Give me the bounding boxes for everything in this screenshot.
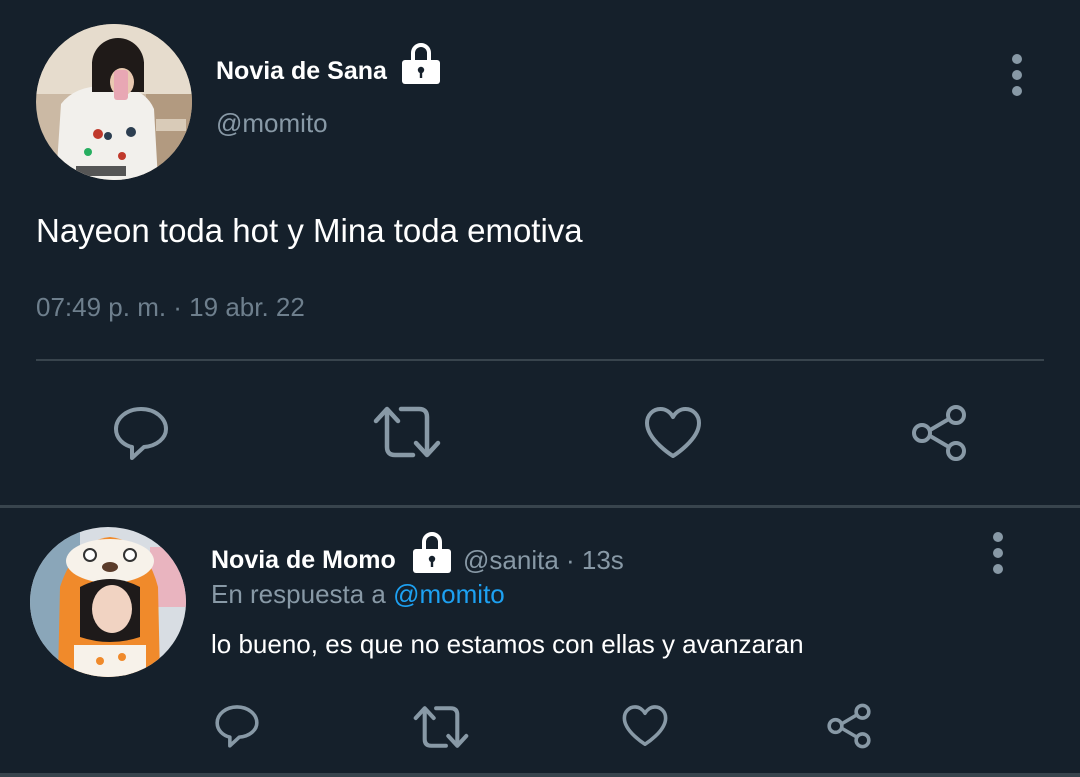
avatar[interactable] (30, 527, 186, 677)
more-options-icon[interactable] (988, 531, 1008, 575)
more-options-icon[interactable] (1007, 53, 1027, 97)
user-handle[interactable]: @momito (216, 107, 328, 139)
reply-button[interactable] (112, 404, 170, 462)
tweet-text: Nayeon toda hot y Mina toda emotiva (36, 212, 583, 249)
display-name[interactable]: Novia de Momo (211, 544, 396, 576)
retweet-button[interactable] (413, 705, 469, 749)
divider (0, 773, 1080, 777)
reply-icon (215, 705, 259, 748)
meta-separator: · (558, 545, 582, 575)
reply-icon (114, 407, 168, 460)
like-icon (622, 705, 668, 747)
share-button[interactable] (910, 404, 968, 462)
share-icon (827, 703, 871, 749)
user-handle[interactable]: @sanita (463, 545, 559, 575)
divider (36, 359, 1044, 361)
avatar-photo (36, 24, 192, 180)
avatar-photo (30, 527, 186, 677)
like-button[interactable] (622, 704, 668, 748)
reply-context: En respuesta a @momito (211, 578, 505, 610)
lock-icon (412, 529, 452, 575)
display-name[interactable]: Novia de Sana (216, 55, 387, 87)
share-icon (912, 405, 966, 461)
reply-to-link[interactable]: @momito (393, 579, 505, 609)
retweet-button[interactable] (373, 405, 441, 459)
tweet-text: lo bueno, es que no estamos con ellas y … (211, 629, 804, 659)
like-icon (645, 407, 701, 458)
share-button[interactable] (826, 703, 872, 749)
avatar[interactable] (36, 24, 192, 180)
section-divider (0, 505, 1080, 508)
reply-button[interactable] (214, 703, 260, 749)
main-tweet: Novia de Sana @momito Nayeon toda hot y … (0, 0, 1080, 505)
tweet-time[interactable]: 13s (582, 545, 624, 575)
lock-icon (401, 40, 441, 86)
like-button[interactable] (644, 406, 702, 460)
retweet-icon (413, 706, 469, 748)
user-handle-meta[interactable]: @sanita · 13s (463, 544, 624, 576)
tweet-timestamp[interactable]: 07:49 p. m. · 19 abr. 22 (36, 290, 305, 324)
reply-context-label: En respuesta a (211, 579, 394, 609)
retweet-icon (373, 406, 441, 458)
